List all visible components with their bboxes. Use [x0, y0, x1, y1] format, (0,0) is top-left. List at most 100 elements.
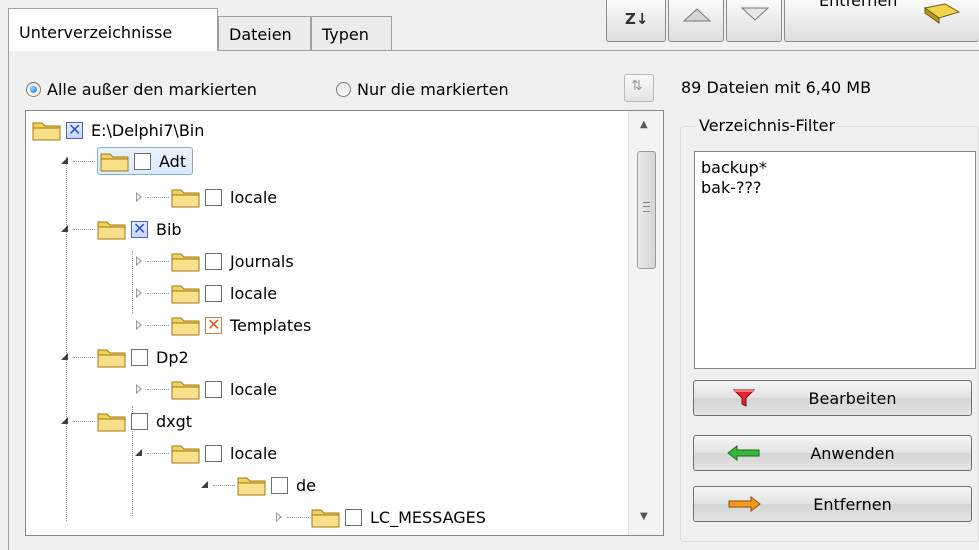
tree-node-label: Journals: [230, 251, 294, 271]
tree-checkbox[interactable]: [131, 412, 148, 430]
tree-checkbox[interactable]: [205, 284, 222, 302]
folder-icon: [97, 410, 127, 432]
folder-icon: [97, 346, 127, 368]
tree-node-locale[interactable]: locale: [134, 278, 277, 308]
expand-toggle-icon[interactable]: [200, 480, 210, 490]
tree-checkbox[interactable]: [66, 120, 83, 139]
move-up-button[interactable]: [668, 0, 724, 42]
selected-node-highlight: Adt: [97, 147, 194, 175]
folder-icon: [171, 378, 201, 400]
tree-checkbox[interactable]: [345, 508, 362, 526]
toolbar-remove-button[interactable]: Entfernen: [784, 0, 979, 42]
tree-node-label: Adt: [159, 151, 187, 171]
funnel-icon: [724, 388, 764, 408]
tree-node-bib[interactable]: Bib: [60, 214, 182, 244]
expand-toggle-icon[interactable]: [134, 448, 144, 458]
tab-typen[interactable]: Typen: [311, 16, 392, 50]
apply-filter-label: Anwenden: [810, 443, 895, 463]
file-summary: 89 Dateien mit 6,40 MB: [681, 78, 872, 97]
tab-unterverzeichnisse[interactable]: Unterverzeichnisse: [8, 8, 218, 51]
tree-node-de[interactable]: de: [200, 470, 316, 500]
tree-checkbox[interactable]: [205, 444, 222, 462]
remove-label: Entfernen: [819, 0, 898, 10]
folder-icon: [171, 314, 201, 336]
invert-selection-button[interactable]: ⇅: [624, 74, 654, 102]
tree-checkbox[interactable]: [134, 152, 151, 170]
tree-checkbox[interactable]: [131, 219, 148, 238]
eraser-icon: [923, 3, 961, 24]
tree-node-label: LC_MESSAGES: [370, 507, 486, 527]
expand-toggle-icon[interactable]: [60, 352, 70, 362]
expand-toggle-icon[interactable]: [274, 512, 284, 522]
scroll-up-icon[interactable]: ▲: [640, 119, 648, 130]
edit-filter-label: Bearbeiten: [808, 388, 897, 408]
tree-line: [132, 251, 133, 313]
folder-icon: [171, 186, 201, 208]
option-all-except-label: Alle außer den markierten: [47, 80, 257, 99]
scroll-down-icon[interactable]: ▼: [640, 511, 648, 522]
tab-dateien[interactable]: Dateien: [218, 16, 311, 50]
tree-scrollbar[interactable]: ▲ ▼: [628, 111, 663, 535]
grip-icon: [643, 202, 650, 212]
folder-icon: [97, 218, 127, 240]
expand-toggle-icon[interactable]: [60, 224, 70, 234]
tree-node-dxgt[interactable]: dxgt: [60, 406, 192, 436]
tree-checkbox[interactable]: [131, 348, 148, 366]
expand-toggle-icon[interactable]: [134, 384, 144, 394]
sort-button[interactable]: Z↓: [606, 0, 666, 42]
scroll-thumb[interactable]: [637, 151, 656, 269]
swap-icon: ⇅: [631, 78, 643, 94]
remove-filter-button[interactable]: Entfernen: [693, 486, 972, 522]
folder-icon: [237, 474, 267, 496]
expand-toggle-icon[interactable]: [60, 156, 70, 166]
option-only-marked-label: Nur die markierten: [357, 80, 509, 99]
expand-toggle-icon[interactable]: [134, 256, 144, 266]
tree-node-locale[interactable]: locale: [134, 182, 277, 212]
tree-checkbox[interactable]: [205, 315, 222, 334]
tree-node-label: Dp2: [156, 347, 189, 367]
folder-icon: [171, 250, 201, 272]
apply-filter-button[interactable]: Anwenden: [693, 435, 972, 471]
tree-node-locale[interactable]: locale: [134, 374, 277, 404]
filter-line: backup*: [701, 158, 767, 177]
remove-filter-label: Entfernen: [813, 494, 892, 514]
directory-tree[interactable]: E:\Delphi7\Bin Adt locale Bib Journals: [25, 110, 664, 536]
sort-icon: Z↓: [625, 10, 649, 28]
tree-node-journals[interactable]: Journals: [134, 246, 294, 276]
tree-node-locale[interactable]: locale: [134, 438, 277, 468]
tree-checkbox[interactable]: [205, 188, 222, 206]
tree-node-label: locale: [230, 283, 278, 303]
tab-label: Unterverzeichnisse: [19, 23, 173, 42]
edit-filter-button[interactable]: Bearbeiten: [693, 380, 972, 416]
tree-checkbox[interactable]: [271, 476, 288, 494]
tree-node-label: Templates: [230, 315, 312, 335]
option-only-marked[interactable]: Nur die markierten: [336, 80, 509, 99]
folder-icon: [100, 150, 130, 172]
expand-toggle-icon[interactable]: [134, 288, 144, 298]
tree-node-lc-messages[interactable]: LC_MESSAGES: [274, 502, 486, 532]
tree-root[interactable]: E:\Delphi7\Bin: [32, 115, 204, 145]
expand-toggle-icon[interactable]: [60, 416, 70, 426]
arrow-left-icon: [724, 445, 764, 461]
tree-node-adt[interactable]: Adt: [60, 146, 194, 176]
tree-root-label: E:\Delphi7\Bin: [91, 120, 205, 140]
tree-checkbox[interactable]: [205, 380, 222, 398]
tree-node-label: Bib: [156, 219, 182, 239]
expand-toggle-icon[interactable]: [134, 320, 144, 330]
directory-filter-textarea[interactable]: backup* bak-???: [694, 151, 976, 369]
tree-line: [66, 157, 67, 521]
radio-all-except[interactable]: [26, 82, 41, 97]
radio-only-marked[interactable]: [336, 82, 351, 97]
arrow-down-icon: [740, 7, 770, 21]
folder-icon: [311, 506, 341, 528]
tree-checkbox[interactable]: [205, 252, 222, 270]
tree-node-templates[interactable]: Templates: [134, 310, 311, 340]
move-down-button[interactable]: [726, 0, 782, 42]
tab-label: Typen: [322, 25, 369, 44]
folder-icon: [171, 282, 201, 304]
arrow-up-icon: [682, 8, 712, 22]
folder-icon: [171, 442, 201, 464]
option-all-except[interactable]: Alle außer den markierten: [26, 80, 257, 99]
expand-toggle-icon[interactable]: [134, 192, 144, 202]
tree-node-dp2[interactable]: Dp2: [60, 342, 189, 372]
